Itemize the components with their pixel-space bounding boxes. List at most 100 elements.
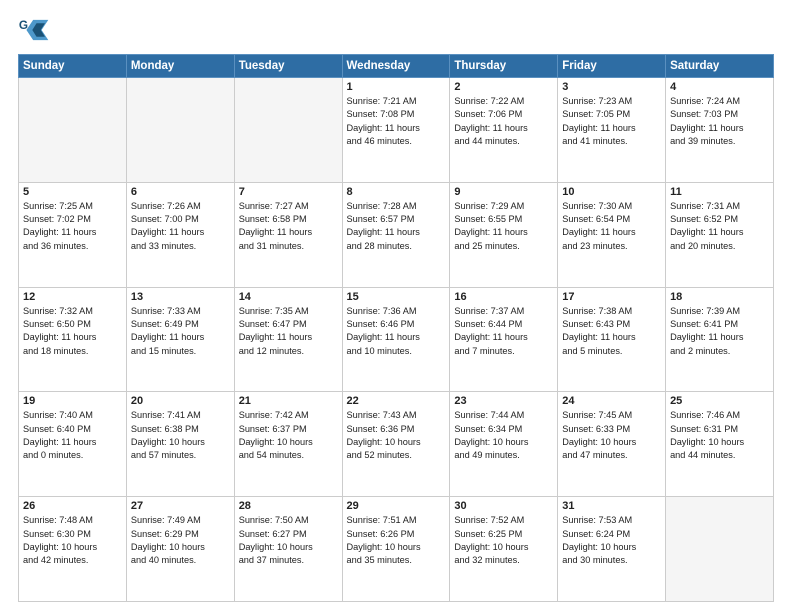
logo: G [18, 16, 54, 44]
day-info: Sunrise: 7:41 AMSunset: 6:38 PMDaylight:… [131, 409, 230, 462]
calendar-cell: 2 Sunrise: 7:22 AMSunset: 7:06 PMDaylight… [450, 78, 558, 183]
calendar-cell: 17 Sunrise: 7:38 AMSunset: 6:43 PMDayligh… [558, 287, 666, 392]
calendar-cell: 4 Sunrise: 7:24 AMSunset: 7:03 PMDaylight… [666, 78, 774, 183]
calendar-cell: 25 Sunrise: 7:46 AMSunset: 6:31 PMDayligh… [666, 392, 774, 497]
week-row-1: 1 Sunrise: 7:21 AMSunset: 7:08 PMDaylight… [19, 78, 774, 183]
weekday-header-sunday: Sunday [19, 55, 127, 78]
day-info: Sunrise: 7:38 AMSunset: 6:43 PMDaylight:… [562, 305, 661, 358]
day-number: 7 [239, 186, 338, 198]
day-info: Sunrise: 7:35 AMSunset: 6:47 PMDaylight:… [239, 305, 338, 358]
day-info: Sunrise: 7:27 AMSunset: 6:58 PMDaylight:… [239, 200, 338, 253]
calendar-cell: 7 Sunrise: 7:27 AMSunset: 6:58 PMDaylight… [234, 182, 342, 287]
day-number: 24 [562, 395, 661, 407]
day-info: Sunrise: 7:24 AMSunset: 7:03 PMDaylight:… [670, 95, 769, 148]
day-number: 13 [131, 291, 230, 303]
calendar-cell: 31 Sunrise: 7:53 AMSunset: 6:24 PMDayligh… [558, 497, 666, 602]
calendar-cell: 5 Sunrise: 7:25 AMSunset: 7:02 PMDaylight… [19, 182, 127, 287]
day-number: 11 [670, 186, 769, 198]
page: G SundayMondayTuesdayWednesdayThursdayFr… [0, 0, 792, 612]
weekday-header-wednesday: Wednesday [342, 55, 450, 78]
calendar-cell: 13Sunrise: 7:33 AMSunset: 6:49 PMDayligh… [126, 287, 234, 392]
day-info: Sunrise: 7:28 AMSunset: 6:57 PMDaylight:… [347, 200, 446, 253]
calendar-cell: 24Sunrise: 7:45 AMSunset: 6:33 PMDayligh… [558, 392, 666, 497]
day-info: Sunrise: 7:32 AMSunset: 6:50 PMDaylight:… [23, 305, 122, 358]
calendar-cell: 10 Sunrise: 7:30 AMSunset: 6:54 PMDayligh… [558, 182, 666, 287]
calendar-cell: 18 Sunrise: 7:39 AMSunset: 6:41 PMDayligh… [666, 287, 774, 392]
day-info: Sunrise: 7:50 AMSunset: 6:27 PMDaylight:… [239, 514, 338, 567]
day-info: Sunrise: 7:48 AMSunset: 6:30 PMDaylight:… [23, 514, 122, 567]
week-row-2: 5 Sunrise: 7:25 AMSunset: 7:02 PMDaylight… [19, 182, 774, 287]
calendar-cell: 20 Sunrise: 7:41 AMSunset: 6:38 PMDayligh… [126, 392, 234, 497]
day-number: 9 [454, 186, 553, 198]
day-info: Sunrise: 7:22 AMSunset: 7:06 PMDaylight:… [454, 95, 553, 148]
day-number: 22 [347, 395, 446, 407]
header: G [18, 16, 774, 44]
calendar-cell: 19Sunrise: 7:40 AMSunset: 6:40 PMDayligh… [19, 392, 127, 497]
week-row-3: 12 Sunrise: 7:32 AMSunset: 6:50 PMDayligh… [19, 287, 774, 392]
calendar-cell: 30 Sunrise: 7:52 AMSunset: 6:25 PMDayligh… [450, 497, 558, 602]
day-number: 3 [562, 81, 661, 93]
day-number: 26 [23, 500, 122, 512]
day-number: 29 [347, 500, 446, 512]
calendar-cell: 29 Sunrise: 7:51 AMSunset: 6:26 PMDayligh… [342, 497, 450, 602]
day-number: 17 [562, 291, 661, 303]
day-number: 18 [670, 291, 769, 303]
calendar-cell [666, 497, 774, 602]
day-info: Sunrise: 7:23 AMSunset: 7:05 PMDaylight:… [562, 95, 661, 148]
calendar-cell: 23 Sunrise: 7:44 AMSunset: 6:34 PMDayligh… [450, 392, 558, 497]
day-info: Sunrise: 7:26 AMSunset: 7:00 PMDaylight:… [131, 200, 230, 253]
day-number: 28 [239, 500, 338, 512]
weekday-header-friday: Friday [558, 55, 666, 78]
calendar-cell: 9 Sunrise: 7:29 AMSunset: 6:55 PMDaylight… [450, 182, 558, 287]
day-number: 1 [347, 81, 446, 93]
day-number: 25 [670, 395, 769, 407]
logo-icon: G [18, 16, 50, 44]
calendar-cell [126, 78, 234, 183]
day-info: Sunrise: 7:42 AMSunset: 6:37 PMDaylight:… [239, 409, 338, 462]
day-info: Sunrise: 7:43 AMSunset: 6:36 PMDaylight:… [347, 409, 446, 462]
calendar-cell: 11Sunrise: 7:31 AMSunset: 6:52 PMDayligh… [666, 182, 774, 287]
calendar-cell: 22 Sunrise: 7:43 AMSunset: 6:36 PMDayligh… [342, 392, 450, 497]
day-number: 12 [23, 291, 122, 303]
day-info: Sunrise: 7:39 AMSunset: 6:41 PMDaylight:… [670, 305, 769, 358]
calendar-cell [19, 78, 127, 183]
day-number: 15 [347, 291, 446, 303]
calendar-cell: 12 Sunrise: 7:32 AMSunset: 6:50 PMDayligh… [19, 287, 127, 392]
day-info: Sunrise: 7:44 AMSunset: 6:34 PMDaylight:… [454, 409, 553, 462]
calendar-header-row: SundayMondayTuesdayWednesdayThursdayFrid… [19, 55, 774, 78]
day-number: 30 [454, 500, 553, 512]
day-number: 31 [562, 500, 661, 512]
day-info: Sunrise: 7:21 AMSunset: 7:08 PMDaylight:… [347, 95, 446, 148]
week-row-4: 19Sunrise: 7:40 AMSunset: 6:40 PMDayligh… [19, 392, 774, 497]
day-number: 23 [454, 395, 553, 407]
day-info: Sunrise: 7:53 AMSunset: 6:24 PMDaylight:… [562, 514, 661, 567]
weekday-header-tuesday: Tuesday [234, 55, 342, 78]
day-info: Sunrise: 7:36 AMSunset: 6:46 PMDaylight:… [347, 305, 446, 358]
day-number: 27 [131, 500, 230, 512]
day-info: Sunrise: 7:46 AMSunset: 6:31 PMDaylight:… [670, 409, 769, 462]
day-number: 6 [131, 186, 230, 198]
calendar-cell: 15 Sunrise: 7:36 AMSunset: 6:46 PMDayligh… [342, 287, 450, 392]
day-number: 20 [131, 395, 230, 407]
calendar-cell: 1 Sunrise: 7:21 AMSunset: 7:08 PMDaylight… [342, 78, 450, 183]
day-number: 10 [562, 186, 661, 198]
day-info: Sunrise: 7:37 AMSunset: 6:44 PMDaylight:… [454, 305, 553, 358]
calendar-cell [234, 78, 342, 183]
day-info: Sunrise: 7:40 AMSunset: 6:40 PMDaylight:… [23, 409, 122, 462]
day-number: 8 [347, 186, 446, 198]
day-info: Sunrise: 7:30 AMSunset: 6:54 PMDaylight:… [562, 200, 661, 253]
weekday-header-monday: Monday [126, 55, 234, 78]
day-info: Sunrise: 7:52 AMSunset: 6:25 PMDaylight:… [454, 514, 553, 567]
day-info: Sunrise: 7:49 AMSunset: 6:29 PMDaylight:… [131, 514, 230, 567]
calendar-cell: 26 Sunrise: 7:48 AMSunset: 6:30 PMDayligh… [19, 497, 127, 602]
day-number: 5 [23, 186, 122, 198]
day-number: 2 [454, 81, 553, 93]
week-row-5: 26 Sunrise: 7:48 AMSunset: 6:30 PMDayligh… [19, 497, 774, 602]
calendar-cell: 16 Sunrise: 7:37 AMSunset: 6:44 PMDayligh… [450, 287, 558, 392]
calendar-cell: 28 Sunrise: 7:50 AMSunset: 6:27 PMDayligh… [234, 497, 342, 602]
day-info: Sunrise: 7:51 AMSunset: 6:26 PMDaylight:… [347, 514, 446, 567]
day-number: 4 [670, 81, 769, 93]
day-number: 16 [454, 291, 553, 303]
day-info: Sunrise: 7:29 AMSunset: 6:55 PMDaylight:… [454, 200, 553, 253]
day-info: Sunrise: 7:25 AMSunset: 7:02 PMDaylight:… [23, 200, 122, 253]
